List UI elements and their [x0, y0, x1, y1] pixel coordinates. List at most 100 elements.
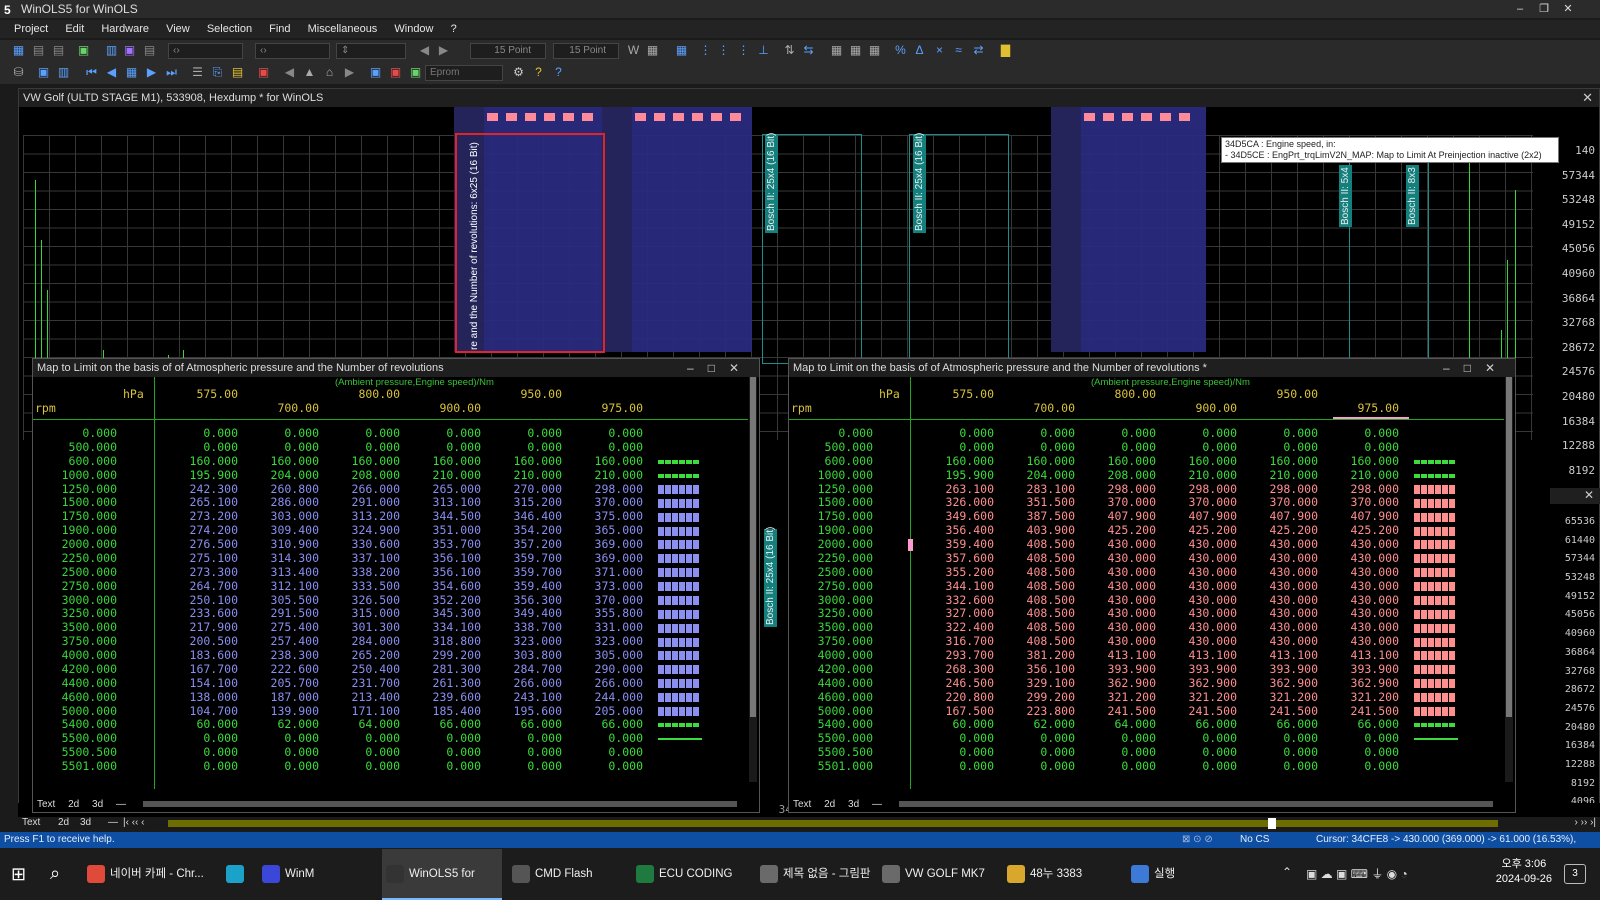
- map-cell[interactable]: 160.000: [400, 454, 481, 469]
- map-cell[interactable]: 273.200: [157, 509, 238, 524]
- map-cell[interactable]: 167.500: [913, 704, 994, 719]
- map-cell[interactable]: 370.000: [1237, 495, 1318, 510]
- map-cell[interactable]: 60.000: [913, 717, 994, 732]
- hexdump-tab-2d[interactable]: 2d: [58, 817, 69, 828]
- map-cell[interactable]: 0.000: [481, 745, 562, 760]
- import-icon[interactable]: ▣: [76, 43, 91, 58]
- map-cell[interactable]: 0.000: [913, 731, 994, 746]
- map-cell[interactable]: 430.000: [1318, 579, 1399, 594]
- map-cell[interactable]: 407.900: [1318, 509, 1399, 524]
- sync-icon[interactable]: ⇄: [971, 43, 986, 58]
- map-cell[interactable]: 0.000: [319, 745, 400, 760]
- diff-icon[interactable]: ≈: [951, 43, 966, 58]
- map-cell[interactable]: 337.100: [319, 551, 400, 566]
- map-cell[interactable]: 430.000: [1156, 634, 1237, 649]
- map-cell[interactable]: 265.100: [157, 495, 238, 510]
- map-cell[interactable]: 264.700: [157, 579, 238, 594]
- map-cell[interactable]: 359.400: [481, 579, 562, 594]
- map-vertical-scrollbar[interactable]: [749, 377, 757, 782]
- map-cell[interactable]: 0.000: [1318, 731, 1399, 746]
- map-cell[interactable]: 369.000: [562, 551, 643, 566]
- map-cell[interactable]: 298.000: [1156, 482, 1237, 497]
- map-cell[interactable]: 0.000: [913, 426, 994, 441]
- map-cell[interactable]: 0.000: [913, 440, 994, 455]
- map-cell[interactable]: 160.000: [913, 454, 994, 469]
- paste-icon[interactable]: ▤: [230, 65, 245, 80]
- map-cell[interactable]: 0.000: [994, 426, 1075, 441]
- map-cell[interactable]: 370.000: [1075, 495, 1156, 510]
- prev-icon[interactable]: ◀: [104, 65, 119, 80]
- map-cell[interactable]: 210.000: [562, 468, 643, 483]
- map-cell[interactable]: 334.100: [400, 620, 481, 635]
- map-cell[interactable]: 0.000: [1156, 426, 1237, 441]
- map-cell[interactable]: 244.000: [562, 690, 643, 705]
- map-cell[interactable]: 408.500: [994, 537, 1075, 552]
- map-cell[interactable]: 217.900: [157, 620, 238, 635]
- second-window-close-icon[interactable]: ✕: [1550, 488, 1600, 504]
- map-cell[interactable]: 355.800: [562, 606, 643, 621]
- map-cell[interactable]: 356.100: [400, 551, 481, 566]
- map-cell[interactable]: 66.000: [1156, 717, 1237, 732]
- map-cell[interactable]: 425.200: [1156, 523, 1237, 538]
- map-cell[interactable]: 370.000: [562, 495, 643, 510]
- map-cell[interactable]: 0.000: [238, 731, 319, 746]
- map-cell[interactable]: 318.800: [400, 634, 481, 649]
- map-cell[interactable]: 195.900: [913, 468, 994, 483]
- map-cell[interactable]: 0.000: [1075, 440, 1156, 455]
- menu-help[interactable]: ?: [451, 23, 457, 35]
- menu-selection[interactable]: Selection: [207, 23, 252, 35]
- map-cell[interactable]: 241.500: [1237, 704, 1318, 719]
- map-cell[interactable]: 160.000: [1156, 454, 1237, 469]
- map-cell[interactable]: 430.000: [1318, 620, 1399, 635]
- arrow-left-icon[interactable]: ◀: [282, 65, 297, 80]
- map-cell[interactable]: 323.000: [481, 634, 562, 649]
- map-cell[interactable]: 208.000: [319, 468, 400, 483]
- hexdump-tab-text[interactable]: Text: [22, 817, 40, 828]
- back-arrow-icon[interactable]: ◀: [417, 43, 432, 58]
- map-label-bosch-3[interactable]: Bosch II: 5x4: [1339, 165, 1352, 227]
- map-cell[interactable]: 260.800: [238, 482, 319, 497]
- map-cell[interactable]: 351.000: [400, 523, 481, 538]
- font-w-icon[interactable]: W: [626, 43, 641, 58]
- map-window-controls[interactable]: –□✕: [1443, 359, 1509, 377]
- map-cell[interactable]: 362.900: [1318, 676, 1399, 691]
- map-cell[interactable]: 345.300: [400, 606, 481, 621]
- map-cell[interactable]: 274.200: [157, 523, 238, 538]
- map-cell[interactable]: 408.500: [994, 593, 1075, 608]
- map-cell[interactable]: 338.200: [319, 565, 400, 580]
- map-cell[interactable]: 0.000: [157, 745, 238, 760]
- map-cell[interactable]: 160.000: [1075, 454, 1156, 469]
- map-cell[interactable]: 316.700: [913, 634, 994, 649]
- map-cell[interactable]: 104.700: [157, 704, 238, 719]
- map-cell[interactable]: 408.500: [994, 579, 1075, 594]
- map-cell[interactable]: 305.000: [562, 648, 643, 663]
- map-cell[interactable]: 430.000: [1075, 551, 1156, 566]
- home-icon[interactable]: ⌂: [322, 65, 337, 80]
- map-cell[interactable]: 160.000: [481, 454, 562, 469]
- map-cell[interactable]: 200.500: [157, 634, 238, 649]
- map-cell[interactable]: 413.100: [1075, 648, 1156, 663]
- eprom-dropdown[interactable]: Eprom: [425, 65, 503, 81]
- up-icon[interactable]: ▲: [302, 65, 317, 80]
- save-icon[interactable]: ▤: [31, 43, 46, 58]
- map-cell[interactable]: 321.200: [1318, 690, 1399, 705]
- map-cell[interactable]: 243.100: [481, 690, 562, 705]
- last-icon[interactable]: ⏭: [164, 65, 179, 80]
- map-cell[interactable]: 356.400: [913, 523, 994, 538]
- bits-32-icon[interactable]: ⋮: [736, 43, 751, 58]
- menu-find[interactable]: Find: [269, 23, 290, 35]
- map-label-bosch-2[interactable]: Bosch II: 25x4 (16 Bit): [913, 133, 926, 233]
- map-cell[interactable]: 291.500: [238, 606, 319, 621]
- taskbar-app[interactable]: CMD Flash: [508, 849, 626, 900]
- map-cell[interactable]: 0.000: [994, 745, 1075, 760]
- map-cell[interactable]: 0.000: [562, 426, 643, 441]
- map-cell[interactable]: 408.500: [994, 565, 1075, 580]
- context-help-icon[interactable]: ?: [551, 65, 566, 80]
- float-icon[interactable]: ⊥: [756, 43, 771, 58]
- taskbar-app[interactable]: WinOLS5 for Win...: [382, 849, 502, 900]
- map-cell[interactable]: 210.000: [1237, 468, 1318, 483]
- bits-16-icon[interactable]: ⋮: [716, 43, 731, 58]
- map-cell[interactable]: 373.000: [562, 579, 643, 594]
- grid-icon[interactable]: ▦: [124, 65, 139, 80]
- bits-8-icon[interactable]: ⋮: [698, 43, 713, 58]
